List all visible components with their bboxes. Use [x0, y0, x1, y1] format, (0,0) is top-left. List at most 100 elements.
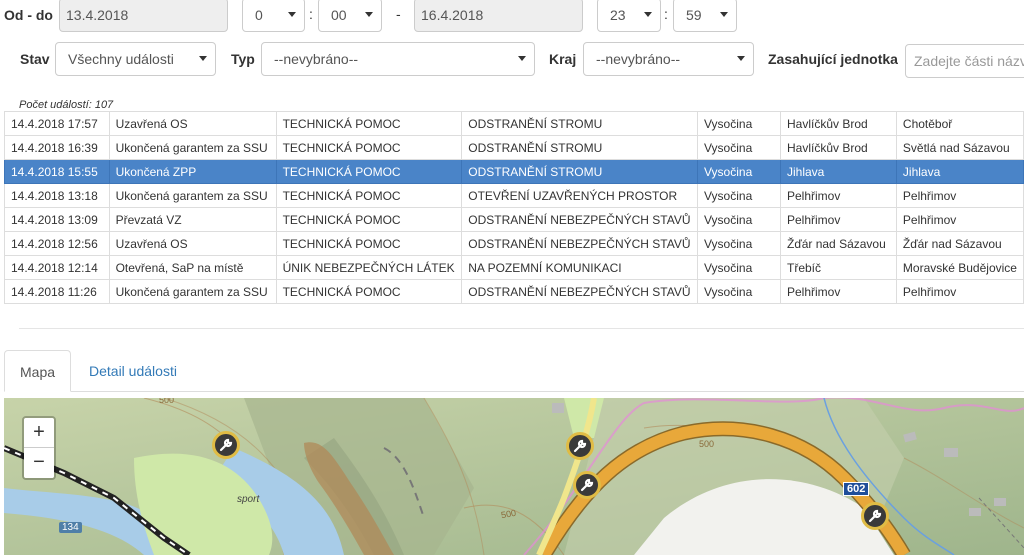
cell-time: 14.4.2018 13:09 [4, 207, 110, 232]
hour-from-select[interactable]: 0 [242, 0, 305, 32]
od-do-label: Od - do [4, 7, 53, 23]
cell-status: Převzatá VZ [108, 207, 277, 232]
cell-time: 14.4.2018 12:56 [4, 231, 110, 256]
cell-type: TECHNICKÁ POMOC [275, 111, 463, 136]
kraj-label: Kraj [549, 51, 577, 67]
tab-detail-udalosti[interactable]: Detail události [74, 350, 192, 392]
table-row[interactable]: 14.4.2018 12:56 Uzavřená OS TECHNICKÁ POMO… [4, 231, 1024, 256]
cell-time: 14.4.2018 13:18 [4, 183, 110, 208]
cell-subtype: ODSTRANĚNÍ STROMU [461, 159, 698, 184]
cell-status: Uzavřená OS [108, 111, 277, 136]
cell-region: Vysočina [697, 255, 781, 280]
cell-type: TECHNICKÁ POMOC [275, 183, 463, 208]
chevron-down-icon [199, 56, 207, 61]
chevron-down-icon [365, 12, 373, 17]
wrench-marker-icon[interactable] [566, 432, 594, 460]
typ-label: Typ [231, 51, 255, 67]
minute-to-value: 59 [686, 7, 702, 23]
chevron-down-icon [518, 56, 526, 61]
road-number-badge: 134 [59, 522, 82, 533]
contour-label: 500 [699, 439, 715, 449]
hour-to-select[interactable]: 23 [597, 0, 661, 32]
date-to-input[interactable]: 16.4.2018 [414, 0, 583, 32]
zoom-out-button[interactable]: − [24, 448, 54, 478]
wrench-icon [580, 478, 594, 492]
jednotka-input[interactable]: Zadejte části názvu [905, 44, 1024, 78]
cell-time: 14.4.2018 12:14 [4, 255, 110, 280]
event-count: Počet událostí: 107 [19, 99, 114, 111]
stav-select[interactable]: Všechny události [55, 42, 216, 76]
cell-place: Pelhřimov [895, 279, 1024, 304]
wrench-marker-icon[interactable] [212, 431, 240, 459]
cell-time: 14.4.2018 11:26 [4, 279, 110, 304]
cell-status: Ukončená ZPP [108, 159, 277, 184]
cell-district: Jihlava [780, 159, 897, 184]
cell-type: TECHNICKÁ POMOC [275, 231, 463, 256]
cell-region: Vysočina [697, 183, 781, 208]
cell-status: Ukončená garantem za SSU [108, 135, 277, 160]
zoom-control: + − [22, 416, 56, 480]
cell-status: Ukončená garantem za SSU [108, 279, 277, 304]
minute-to-select[interactable]: 59 [673, 0, 737, 32]
kraj-value: --nevybráno-- [596, 51, 681, 67]
cell-district: Pelhřimov [780, 183, 897, 208]
wrench-marker-icon[interactable] [861, 502, 889, 530]
hour-from-value: 0 [255, 7, 263, 23]
tab-mapa[interactable]: Mapa [4, 350, 71, 392]
hour-to-value: 23 [610, 7, 626, 23]
cell-subtype: ODSTRANĚNÍ STROMU [461, 111, 698, 136]
table-row[interactable]: 14.4.2018 13:09 Převzatá VZ TECHNICKÁ POMO… [4, 207, 1024, 232]
cell-place: Žďár nad Sázavou [895, 231, 1024, 256]
stav-value: Všechny události [68, 51, 174, 67]
cell-subtype: OTEVŘENÍ UZAVŘENÝCH PROSTOR [461, 183, 698, 208]
contour-label: 500 [159, 398, 175, 405]
cell-subtype: NA POZEMNÍ KOMUNIKACI [461, 255, 698, 280]
table-row[interactable]: 14.4.2018 17:57 Uzavřená OS TECHNICKÁ POMO… [4, 111, 1024, 136]
cell-district: Pelhřimov [780, 279, 897, 304]
chevron-down-icon [720, 12, 728, 17]
events-table: 14.4.2018 17:57 Uzavřená OS TECHNICKÁ POMO… [4, 111, 1024, 304]
table-row[interactable]: 14.4.2018 13:18 Ukončená garantem za SSU T… [4, 183, 1024, 208]
cell-type: TECHNICKÁ POMOC [275, 207, 463, 232]
chevron-down-icon [288, 12, 296, 17]
cell-region: Vysočina [697, 231, 781, 256]
table-row[interactable]: 14.4.2018 15:55 Ukončená ZPP TECHNICKÁ POM… [4, 159, 1024, 184]
cell-type: TECHNICKÁ POMOC [275, 279, 463, 304]
typ-select[interactable]: --nevybráno-- [261, 42, 535, 76]
cell-place: Pelhřimov [895, 207, 1024, 232]
kraj-select[interactable]: --nevybráno-- [583, 42, 754, 76]
section-divider [19, 328, 1024, 329]
table-row[interactable]: 14.4.2018 11:26 Ukončená garantem za SSU T… [4, 279, 1024, 304]
table-row[interactable]: 14.4.2018 16:39 Ukončená garantem za SSU T… [4, 135, 1024, 160]
cell-time: 14.4.2018 15:55 [4, 159, 110, 184]
road-number-badge: 602 [843, 482, 870, 496]
cell-district: Žďár nad Sázavou [780, 231, 897, 256]
map-view[interactable]: 500 500 500 sport 134 602 + − [4, 398, 1024, 555]
cell-place: Chotěboř [895, 111, 1024, 136]
cell-subtype: ODSTRANĚNÍ NEBEZPEČNÝCH STAVŮ [461, 279, 698, 304]
map-canvas [4, 398, 1024, 555]
cell-type: ÚNIK NEBEZPEČNÝCH LÁTEK [275, 255, 463, 280]
cell-district: Třebíč [780, 255, 897, 280]
wrench-icon [573, 439, 587, 453]
cell-district: Pelhřimov [780, 207, 897, 232]
cell-status: Ukončená garantem za SSU [108, 183, 277, 208]
zoom-in-button[interactable]: + [24, 418, 54, 448]
cell-time: 14.4.2018 17:57 [4, 111, 110, 136]
wrench-icon [868, 509, 882, 523]
table-row[interactable]: 14.4.2018 12:14 Otevřená, SaP na místě ÚNI… [4, 255, 1024, 280]
minute-from-select[interactable]: 00 [318, 0, 382, 32]
range-dash: - [396, 6, 401, 22]
cell-region: Vysočina [697, 207, 781, 232]
cell-status: Uzavřená OS [108, 231, 277, 256]
date-from-input[interactable]: 13.4.2018 [59, 0, 228, 32]
events-table-scroll[interactable]: 14.4.2018 17:57 Uzavřená OS TECHNICKÁ POMO… [4, 111, 1024, 310]
jednotka-label: Zasahující jednotka [768, 51, 898, 67]
cell-status: Otevřená, SaP na místě [108, 255, 277, 280]
cell-region: Vysočina [697, 111, 781, 136]
wrench-marker-icon[interactable] [573, 471, 601, 499]
cell-subtype: ODSTRANĚNÍ NEBEZPEČNÝCH STAVŮ [461, 231, 698, 256]
cell-time: 14.4.2018 16:39 [4, 135, 110, 160]
chevron-down-icon [737, 56, 745, 61]
cell-place: Moravské Budějovice [895, 255, 1024, 280]
